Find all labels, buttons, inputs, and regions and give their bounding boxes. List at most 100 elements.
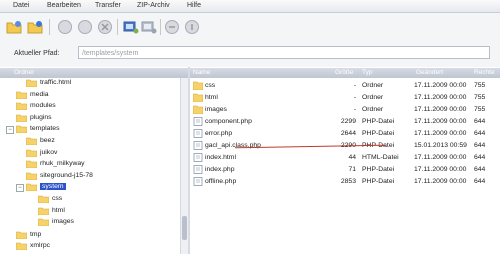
path-bar: Aktueller Pfad: /templates/system <box>0 41 500 67</box>
menu-datei[interactable]: Datei <box>13 2 29 9</box>
folder-open-icon <box>16 125 27 133</box>
folder-icon <box>16 102 27 110</box>
file-row[interactable]: html - Ordner 17.11.2009 00:00 755 <box>190 92 500 104</box>
path-input[interactable]: /templates/system <box>78 46 490 59</box>
html-file-icon <box>193 153 203 162</box>
folder-icon <box>16 114 27 122</box>
menu-zip-archiv[interactable]: ZIP-Archiv <box>137 2 170 9</box>
file-row[interactable]: error.php 2644 PHP-Datei 17.11.2009 00:0… <box>190 128 500 140</box>
cancel-icon[interactable] <box>97 19 113 35</box>
file-date: 17.11.2009 00:00 <box>414 154 467 161</box>
tree-item-label: templates <box>30 125 60 132</box>
menu-bearbeiten[interactable]: Bearbeiten <box>47 2 81 9</box>
toolbar <box>0 13 500 41</box>
tree-item-label: tmp <box>30 231 42 238</box>
menu-transfer[interactable]: Transfer <box>95 2 121 9</box>
download-icon[interactable] <box>141 19 157 35</box>
php-file-icon <box>193 129 203 138</box>
file-row[interactable]: index.php 71 PHP-Datei 17.11.2009 00:00 … <box>190 164 500 176</box>
scrollbar-thumb[interactable] <box>182 216 187 240</box>
folder-icon <box>38 207 49 215</box>
file-row[interactable]: css - Ordner 17.11.2009 00:00 755 <box>190 80 500 92</box>
toolbar-separator <box>49 19 50 35</box>
tree-item-label: traffic.html <box>40 79 72 86</box>
folder-icon <box>38 218 49 226</box>
folder-tree: traffic.html media modules plugins − tem… <box>0 78 188 254</box>
file-type: HTML-Datei <box>362 154 399 161</box>
zip-extract-icon[interactable] <box>184 19 200 35</box>
file-date: 17.11.2009 00:00 <box>414 178 467 185</box>
folder-icon <box>26 149 37 157</box>
file-name: error.php <box>205 130 233 137</box>
file-date: 15.01.2013 00:59 <box>414 142 467 149</box>
file-size: 44 <box>348 154 356 161</box>
tree-item-label: media <box>30 91 49 98</box>
path-label: Aktueller Pfad: <box>14 50 60 57</box>
new-folder-icon[interactable] <box>6 19 22 35</box>
tree-item-label: modules <box>30 102 56 109</box>
php-file-icon <box>193 177 203 186</box>
folder-icon <box>26 172 37 180</box>
file-size: - <box>353 106 356 113</box>
file-name: html <box>205 94 218 101</box>
folder-open-icon <box>26 183 37 191</box>
file-rights: 644 <box>474 166 486 173</box>
file-row[interactable]: component.php 2299 PHP-Datei 17.11.2009 … <box>190 116 500 128</box>
tree-item-label: plugins <box>30 114 52 121</box>
file-type: PHP-Datei <box>362 118 395 125</box>
file-list: css - Ordner 17.11.2009 00:00 755 html -… <box>190 78 500 254</box>
file-rights: 644 <box>474 154 486 161</box>
tree-item-label: juikov <box>40 149 58 156</box>
new-file-icon[interactable] <box>27 19 43 35</box>
file-size: 2853 <box>340 178 356 185</box>
toolbar-separator <box>160 19 161 35</box>
folder-icon <box>38 195 49 203</box>
folder-icon <box>26 79 37 87</box>
file-rights: 644 <box>474 118 486 125</box>
file-rights: 644 <box>474 178 486 185</box>
tree-item-label: rhuk_milkyway <box>40 160 85 167</box>
file-rights: 644 <box>474 130 486 137</box>
tree-item-label: beez <box>40 137 55 144</box>
collapse-icon[interactable]: − <box>16 184 24 192</box>
file-size: 2644 <box>340 130 356 137</box>
column-size[interactable]: Größe <box>335 68 353 78</box>
menu-bar: Datei Bearbeiten Transfer ZIP-Archiv Hil… <box>0 0 500 13</box>
file-row[interactable]: images - Ordner 17.11.2009 00:00 755 <box>190 104 500 116</box>
folder-icon <box>193 105 203 114</box>
file-type: PHP-Datei <box>362 178 395 185</box>
tree-item-label: html <box>52 207 65 214</box>
menu-hilfe[interactable]: Hilfe <box>187 2 201 9</box>
file-type: Ordner <box>362 94 384 101</box>
file-date: 17.11.2009 00:00 <box>414 166 467 173</box>
zip-pack-icon[interactable] <box>164 19 180 35</box>
file-size: 71 <box>348 166 356 173</box>
file-rights: 755 <box>474 106 486 113</box>
folder-icon <box>16 242 27 250</box>
column-name[interactable]: Name <box>193 68 210 78</box>
column-changed[interactable]: Geändert <box>416 68 443 78</box>
file-date: 17.11.2009 00:00 <box>414 130 467 137</box>
file-rights: 755 <box>474 82 486 89</box>
file-type: PHP-Datei <box>362 166 395 173</box>
delete-icon[interactable] <box>77 19 93 35</box>
upload-icon[interactable] <box>123 19 139 35</box>
copy-icon[interactable] <box>57 19 73 35</box>
php-file-icon <box>193 117 203 126</box>
folder-icon <box>193 93 203 102</box>
column-rights[interactable]: Rechte <box>474 68 495 78</box>
file-date: 17.11.2009 00:00 <box>414 82 467 89</box>
file-name: component.php <box>205 118 252 125</box>
column-type[interactable]: Typ <box>362 68 372 78</box>
collapse-icon[interactable]: − <box>6 126 14 134</box>
file-size: - <box>353 82 356 89</box>
tree-scrollbar[interactable] <box>180 78 188 254</box>
php-file-icon <box>193 165 203 174</box>
file-row[interactable]: offline.php 2853 PHP-Datei 17.11.2009 00… <box>190 176 500 188</box>
tree-item-label: system <box>40 183 66 190</box>
php-file-icon <box>193 141 203 150</box>
file-name: css <box>205 82 216 89</box>
folder-icon <box>16 231 27 239</box>
tree-item-label: xmlrpc <box>30 242 51 249</box>
file-row[interactable]: index.html 44 HTML-Datei 17.11.2009 00:0… <box>190 152 500 164</box>
